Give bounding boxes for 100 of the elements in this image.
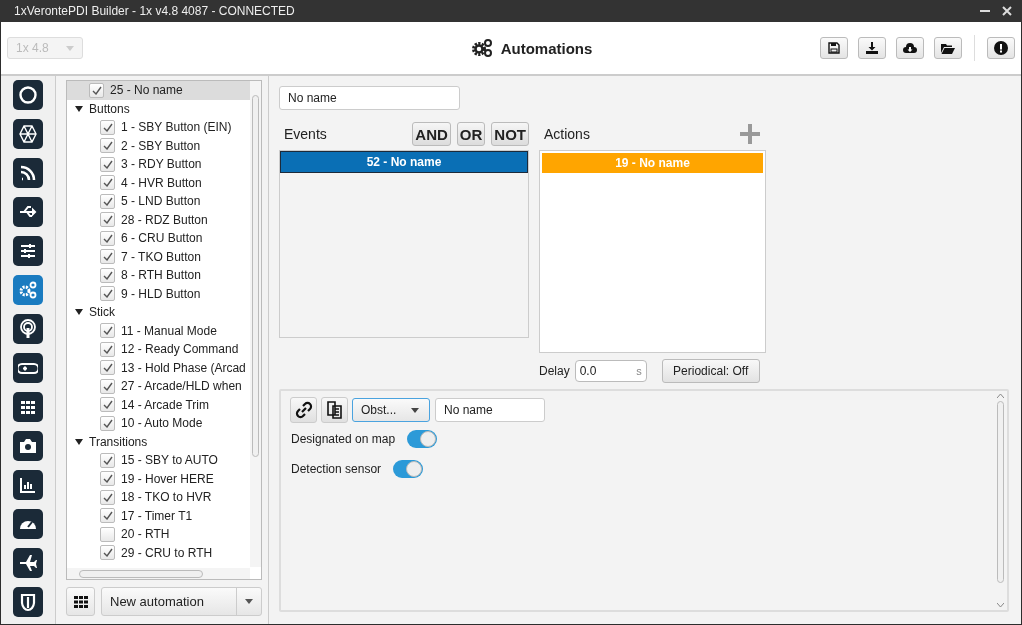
toggle-switch[interactable] bbox=[407, 430, 438, 448]
checkbox[interactable] bbox=[100, 156, 115, 172]
tree-item-label: 11 - Manual Mode bbox=[121, 323, 217, 338]
tree-item[interactable]: 1 - SBY Button (EIN) bbox=[67, 118, 250, 137]
copy-button[interactable] bbox=[321, 397, 348, 423]
checkbox[interactable] bbox=[100, 545, 115, 561]
tree-item[interactable]: 6 - CRU Button bbox=[67, 229, 250, 248]
tree-item-label: 19 - Hover HERE bbox=[121, 471, 214, 486]
tree-item-label: 6 - CRU Button bbox=[121, 231, 203, 246]
grid-button[interactable] bbox=[66, 587, 95, 616]
checkbox[interactable] bbox=[100, 212, 115, 228]
periodical-button[interactable]: Periodical: Off bbox=[661, 359, 760, 383]
tree-item[interactable]: 28 - RDZ Button bbox=[67, 210, 250, 229]
sidebar-item[interactable] bbox=[13, 236, 43, 266]
tree-group-label[interactable]: Buttons bbox=[89, 101, 130, 116]
tree-item[interactable]: 9 - HLD Button bbox=[67, 284, 250, 303]
sidebar-item[interactable] bbox=[13, 470, 43, 500]
sidebar-item[interactable] bbox=[13, 353, 43, 383]
type-dropdown[interactable]: Obst... bbox=[352, 398, 430, 422]
vertical-scrollbar[interactable] bbox=[250, 81, 261, 567]
close-icon[interactable] bbox=[1002, 6, 1012, 16]
scroll-down-icon[interactable] bbox=[997, 603, 1004, 608]
checkbox[interactable] bbox=[100, 397, 115, 413]
checkbox[interactable] bbox=[100, 415, 115, 431]
tree-item[interactable]: 12 - Ready Command bbox=[67, 340, 250, 359]
tree-item[interactable]: 29 - CRU to RTH bbox=[67, 543, 250, 562]
checkbox[interactable] bbox=[100, 341, 115, 357]
delay-field[interactable]: 0.0 s bbox=[574, 360, 647, 382]
sidebar-item[interactable] bbox=[13, 119, 43, 149]
tree-item[interactable]: 27 - Arcade/HLD when bbox=[67, 377, 250, 396]
checkbox[interactable] bbox=[100, 489, 115, 505]
download-button[interactable] bbox=[858, 37, 886, 59]
cloud-download-button[interactable] bbox=[896, 37, 924, 59]
new-automation-dropdown[interactable]: New automation bbox=[101, 587, 262, 616]
folder-icon bbox=[941, 42, 955, 54]
sidebar-item[interactable] bbox=[13, 158, 43, 188]
checkbox[interactable] bbox=[100, 138, 115, 154]
operator-button[interactable]: OR bbox=[456, 122, 486, 146]
tree-item[interactable]: 13 - Hold Phase (Arcad bbox=[67, 358, 250, 377]
checkbox[interactable] bbox=[100, 119, 115, 135]
operator-button[interactable]: AND bbox=[412, 122, 451, 146]
vertical-scrollbar[interactable] bbox=[996, 393, 1005, 608]
expand-arrow-icon[interactable] bbox=[75, 437, 83, 446]
checkbox[interactable] bbox=[100, 286, 115, 302]
toggle-switch[interactable] bbox=[393, 460, 424, 478]
tree-item[interactable]: 7 - TKO Button bbox=[67, 247, 250, 266]
automation-name-field[interactable]: No name bbox=[279, 86, 460, 110]
tree-item[interactable]: 19 - Hover HERE bbox=[67, 469, 250, 488]
tree-item[interactable]: 10 - Auto Mode bbox=[67, 414, 250, 433]
tree-item[interactable]: 5 - LND Button bbox=[67, 192, 250, 211]
link-button[interactable] bbox=[290, 397, 317, 423]
expand-arrow-icon[interactable] bbox=[75, 308, 83, 317]
tree-item[interactable]: 8 - RTH Button bbox=[67, 266, 250, 285]
sidebar-item[interactable] bbox=[13, 431, 43, 461]
checkbox[interactable] bbox=[100, 360, 115, 376]
sidebar-item[interactable] bbox=[13, 548, 43, 578]
alert-button[interactable] bbox=[987, 37, 1015, 59]
expand-arrow-icon[interactable] bbox=[75, 104, 83, 113]
checkbox[interactable] bbox=[100, 471, 115, 487]
save-button[interactable] bbox=[820, 37, 848, 59]
actions-label: Actions bbox=[543, 126, 591, 142]
tree-item[interactable]: 11 - Manual Mode bbox=[67, 321, 250, 340]
open-folder-button[interactable] bbox=[934, 37, 962, 59]
checkbox[interactable] bbox=[100, 452, 115, 468]
event-item[interactable]: 52 - No name bbox=[280, 151, 528, 173]
sliders-icon bbox=[18, 241, 38, 261]
tree-item[interactable]: 25 - No name bbox=[67, 81, 250, 100]
tree-group-label[interactable]: Stick bbox=[89, 305, 115, 320]
checkbox[interactable] bbox=[100, 508, 115, 524]
checkbox[interactable] bbox=[100, 323, 115, 339]
checkbox[interactable] bbox=[100, 175, 115, 191]
checkbox[interactable] bbox=[100, 267, 115, 283]
sidebar-item[interactable] bbox=[13, 392, 43, 422]
operator-button[interactable]: NOT bbox=[491, 122, 529, 146]
horizontal-scrollbar[interactable] bbox=[67, 568, 250, 579]
tree-item[interactable]: 17 - Timer T1 bbox=[67, 506, 250, 525]
checkbox[interactable] bbox=[100, 526, 115, 542]
checkbox[interactable] bbox=[100, 193, 115, 209]
tree-item[interactable]: 2 - SBY Button bbox=[67, 136, 250, 155]
action-name-field[interactable]: No name bbox=[435, 398, 545, 422]
scroll-up-icon[interactable] bbox=[997, 393, 1004, 398]
checkbox[interactable] bbox=[100, 230, 115, 246]
checkbox[interactable] bbox=[100, 249, 115, 265]
sidebar-item[interactable] bbox=[13, 314, 43, 344]
checkbox[interactable] bbox=[89, 82, 104, 98]
tree-item[interactable]: 3 - RDY Button bbox=[67, 155, 250, 174]
tree-item[interactable]: 18 - TKO to HVR bbox=[67, 488, 250, 507]
tree-group-label[interactable]: Transitions bbox=[89, 434, 148, 449]
tree-item-label: 18 - TKO to HVR bbox=[121, 490, 212, 505]
sidebar-item[interactable] bbox=[13, 197, 43, 227]
add-icon[interactable] bbox=[740, 124, 760, 144]
caret-icon bbox=[66, 45, 74, 51]
sidebar-item[interactable] bbox=[13, 587, 43, 617]
tree-item[interactable]: 14 - Arcade Trim bbox=[67, 395, 250, 414]
tree-item[interactable]: 20 - RTH bbox=[67, 525, 250, 544]
sidebar-item[interactable] bbox=[13, 80, 43, 110]
checkbox[interactable] bbox=[100, 378, 115, 394]
sidebar-item[interactable] bbox=[13, 509, 43, 539]
tree-item[interactable]: 15 - SBY to AUTO bbox=[67, 451, 250, 470]
tree-item[interactable]: 4 - HVR Button bbox=[67, 173, 250, 192]
